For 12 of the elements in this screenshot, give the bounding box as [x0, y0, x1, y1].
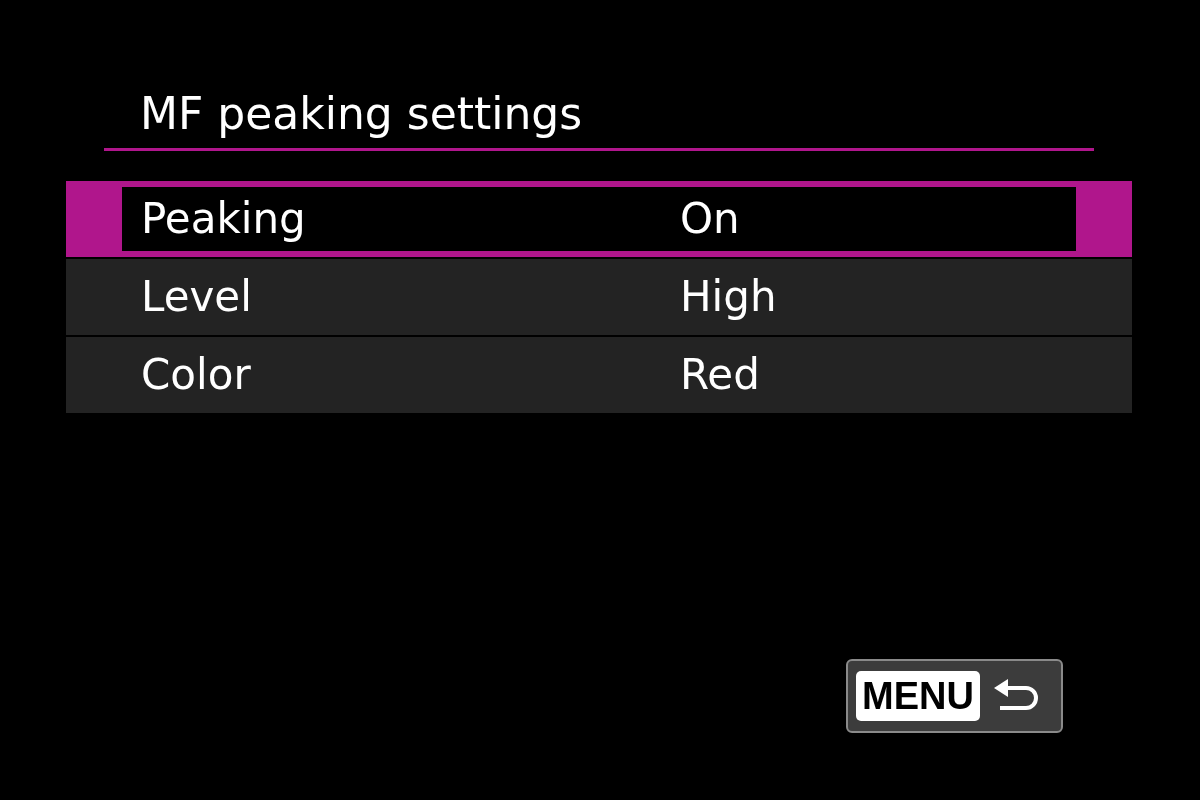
setting-label: Color [141, 354, 252, 396]
menu-row[interactable]: Color Red [66, 337, 1132, 413]
setting-value: On [680, 198, 741, 240]
menu-back-button[interactable]: MENU [846, 659, 1063, 733]
setting-value: Red [680, 354, 761, 396]
menu-row[interactable]: Level High [66, 259, 1132, 335]
menu-row[interactable]: Peaking On [66, 181, 1132, 257]
menu-key-label: MENU [856, 671, 980, 721]
setting-value: High [680, 276, 778, 318]
screen-title: MF peaking settings [140, 92, 583, 136]
setting-label: Level [141, 276, 253, 318]
setting-label: Peaking [141, 198, 307, 240]
